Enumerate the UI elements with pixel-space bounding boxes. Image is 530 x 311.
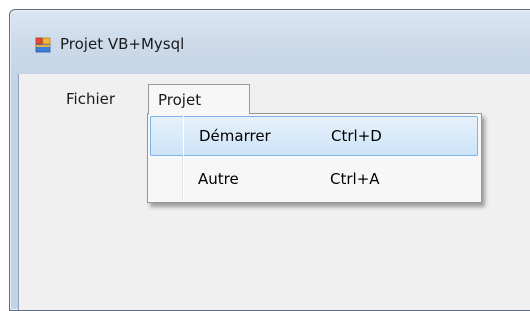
menu-item-shortcut: Ctrl+D (331, 127, 382, 145)
menu-fichier[interactable]: Fichier (59, 84, 122, 114)
menu-bar: Fichier Projet (19, 74, 530, 116)
menu-projet[interactable]: Projet (148, 84, 250, 114)
title-bar[interactable]: Projet VB+Mysql (10, 10, 530, 74)
menu-item-demarrer[interactable]: Démarrer Ctrl+D (150, 116, 478, 156)
window-title: Projet VB+Mysql (60, 35, 185, 53)
menu-item-autre[interactable]: Autre Ctrl+A (150, 160, 478, 200)
app-window-icon[interactable] (35, 37, 51, 53)
menu-item-label: Autre (198, 170, 239, 188)
menu-item-label: Démarrer (199, 127, 271, 145)
menu-item-shortcut: Ctrl+A (330, 170, 380, 188)
projet-dropdown-menu: Démarrer Ctrl+D Autre Ctrl+A (147, 113, 482, 203)
